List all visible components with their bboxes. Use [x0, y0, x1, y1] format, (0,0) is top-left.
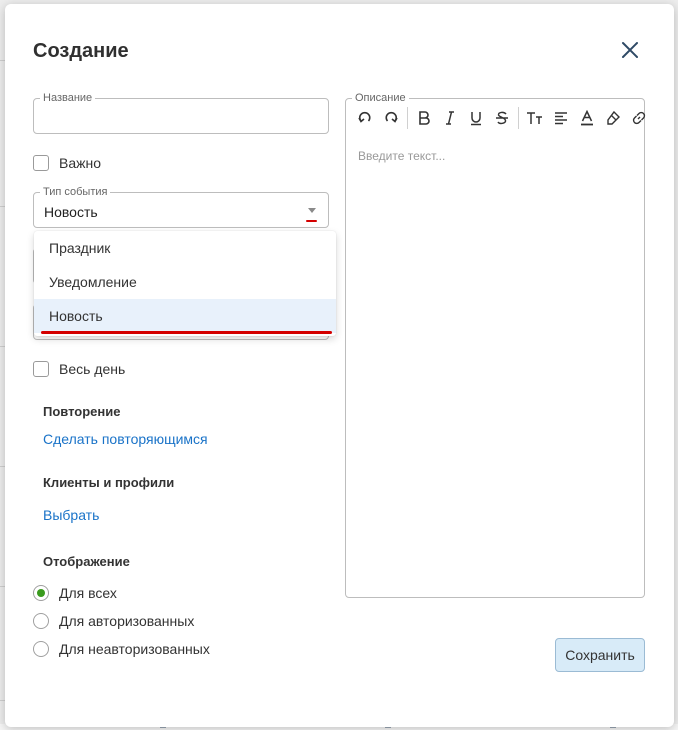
make-repeating-link[interactable]: Сделать повторяющимся [43, 431, 208, 447]
underline-button[interactable] [463, 107, 489, 129]
strikethrough-button[interactable] [489, 107, 515, 129]
align-left-icon [555, 112, 567, 125]
link-icon [632, 111, 646, 125]
bold-icon [419, 111, 430, 125]
important-checkbox-row[interactable]: Важно [33, 155, 101, 171]
text-size-icon [527, 112, 542, 124]
align-left-button[interactable] [548, 107, 574, 129]
radio-button[interactable] [33, 641, 49, 657]
radio-button[interactable] [33, 613, 49, 629]
name-field[interactable]: Название [33, 91, 329, 134]
repeat-section-title: Повторение [43, 404, 121, 419]
select-clients-link[interactable]: Выбрать [43, 507, 99, 523]
highlight-button[interactable] [600, 107, 626, 129]
event-type-value: Новость [44, 204, 98, 220]
important-label: Важно [59, 155, 102, 171]
dropdown-option-holiday[interactable]: Праздник [34, 231, 336, 265]
description-placeholder[interactable]: Введите текст... [358, 149, 445, 163]
italic-button[interactable] [437, 107, 463, 129]
event-type-dropdown: Праздник Уведомление Новость [34, 231, 336, 336]
dialog-title: Создание [33, 40, 129, 62]
redo-button[interactable] [378, 107, 404, 129]
close-icon [622, 42, 638, 58]
radio-label: Для неавторизованных [59, 641, 210, 657]
annotation-underline [41, 331, 332, 334]
event-type-label: Тип события [40, 185, 111, 199]
display-option-authorized[interactable]: Для авторизованных [33, 613, 194, 629]
dropdown-option-news[interactable]: Новость [34, 299, 336, 333]
redo-icon [385, 111, 398, 123]
display-option-unauthorized[interactable]: Для неавторизованных [33, 641, 210, 657]
radio-label: Для авторизованных [59, 613, 195, 629]
display-option-all[interactable]: Для всех [33, 585, 117, 601]
link-button[interactable] [626, 107, 652, 129]
bold-button[interactable] [411, 107, 437, 129]
all-day-checkbox-row[interactable]: Весь день [33, 361, 125, 377]
save-button[interactable]: Сохранить [555, 638, 645, 672]
italic-icon [446, 111, 454, 125]
undo-button[interactable] [352, 107, 378, 129]
underline-icon [471, 112, 481, 126]
event-type-select[interactable]: Тип события Новость [33, 185, 329, 228]
clients-section-title: Клиенты и профили [43, 475, 175, 490]
toolbar-separator [518, 107, 519, 129]
highlight-icon [607, 110, 620, 125]
text-size-button[interactable] [522, 107, 548, 129]
strikethrough-icon [496, 111, 508, 125]
radio-button[interactable] [33, 585, 49, 601]
chevron-down-icon[interactable] [308, 208, 316, 213]
radio-label: Для всех [59, 585, 117, 601]
all-day-label: Весь день [59, 361, 126, 377]
toolbar-separator [407, 107, 408, 129]
important-checkbox[interactable] [33, 155, 49, 171]
font-color-icon [581, 110, 593, 126]
description-editor[interactable]: Описание Введите текст... [345, 91, 646, 598]
dropdown-option-notification[interactable]: Уведомление [34, 265, 336, 299]
font-color-button[interactable] [574, 107, 600, 129]
display-section-title: Отображение [43, 554, 130, 569]
name-field-label: Название [40, 91, 96, 105]
create-dialog: Создание Название Важно Тип события Ново… [5, 4, 674, 727]
annotation-underline [306, 220, 317, 222]
close-button[interactable] [617, 37, 643, 63]
undo-icon [358, 111, 371, 123]
all-day-checkbox[interactable] [33, 361, 49, 377]
description-label: Описание [352, 91, 409, 105]
editor-toolbar [352, 107, 652, 129]
